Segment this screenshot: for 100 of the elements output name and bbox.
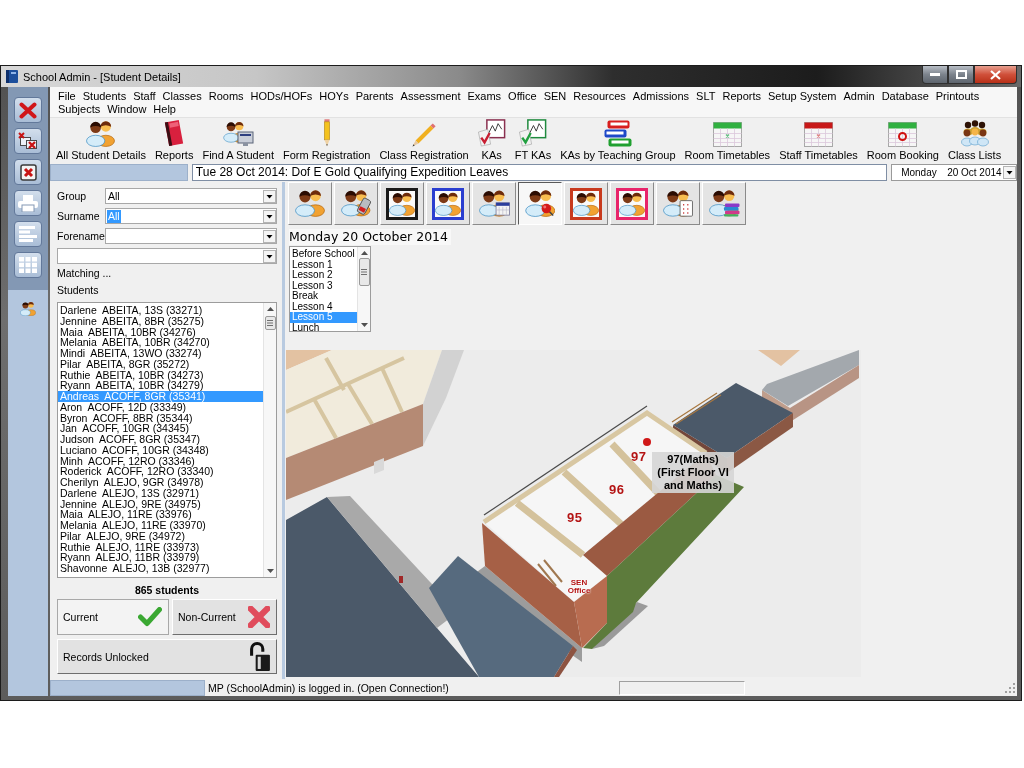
toolbar-button[interactable]: Room Timetables — [683, 118, 772, 161]
close-windows-icon — [18, 132, 38, 150]
list-item[interactable]: Break — [290, 291, 357, 302]
toolbar-button[interactable]: Find A Student — [201, 118, 275, 161]
menu-item[interactable]: Window — [107, 103, 147, 116]
dropdown-field[interactable]: All — [105, 188, 277, 204]
print-button[interactable] — [14, 190, 42, 216]
menu-item[interactable]: HOYs — [319, 90, 349, 103]
toolbar-button[interactable]: KAs by Teaching Group — [559, 118, 677, 161]
menu-item[interactable]: Printouts — [935, 90, 980, 103]
menu-item[interactable]: Staff — [133, 90, 156, 103]
filter-toggle-button[interactable]: Current — [57, 599, 169, 635]
close-button[interactable] — [974, 66, 1017, 84]
menu-item[interactable]: Database — [881, 90, 929, 103]
printer-icon — [18, 194, 38, 212]
list-item[interactable]: Ruthie ALEJO, 11RE (33973) — [58, 541, 263, 553]
list-item[interactable]: Darlene ALEJO, 13S (32971) — [58, 487, 263, 499]
toolbar-button[interactable]: Class Lists — [946, 118, 1003, 161]
list-item[interactable]: Aron ACOFF, 12D (33349) — [58, 401, 263, 413]
map-view[interactable]: 97 96 95 SEN Office 97(Maths) (First Floor VI and Maths) — [286, 350, 861, 677]
list-item[interactable]: Maia ABEITA, 10BR (34276) — [58, 326, 263, 338]
list-item[interactable]: Roderick ACOFF, 12RO (33340) — [58, 466, 263, 477]
toolbar-button[interactable]: FT KAs — [513, 118, 553, 161]
minimize-button[interactable] — [922, 66, 948, 84]
menu-item[interactable]: Rooms — [208, 90, 244, 103]
room-tooltip: 97(Maths) (First Floor VI and Maths) — [652, 452, 734, 493]
toolbar-button[interactable]: Room Booking — [865, 118, 940, 161]
lines-icon — [19, 226, 37, 242]
list-item[interactable]: Ryann ALEJO, 11BR (33979) — [58, 552, 263, 563]
list-item[interactable]: Lunch — [290, 322, 357, 333]
menu-item[interactable]: Admin — [843, 90, 875, 103]
field-label: Group — [57, 190, 88, 202]
list-item[interactable]: Ryann ABEITA, 10BR (34279) — [58, 380, 263, 391]
grid-icon — [19, 257, 37, 273]
date-dropdown[interactable]: Monday 20 Oct 2014 — [891, 164, 1017, 181]
filter-toggle-button[interactable]: Non-Current — [172, 599, 277, 635]
list-item[interactable]: Maia ALEJO, 11RE (33976) — [58, 509, 263, 520]
menu-item[interactable]: Admissions — [632, 90, 690, 103]
menu-item[interactable]: Parents — [355, 90, 394, 103]
list-item[interactable]: Melania ABEITA, 10BR (34270) — [58, 337, 263, 348]
list-item[interactable]: Shavonne ALEJO, 13B (32977) — [58, 563, 263, 574]
maximize-button[interactable] — [948, 66, 974, 84]
close-window-button[interactable] — [14, 159, 42, 185]
people-pin-icon — [525, 190, 555, 217]
list-item[interactable]: Minh ACOFF, 12RO (33346) — [58, 455, 263, 467]
close-all-button[interactable] — [14, 128, 42, 154]
list-item[interactable]: Lesson 2 — [290, 270, 357, 281]
menu-item[interactable]: File — [58, 90, 76, 103]
list-button[interactable] — [14, 221, 42, 247]
toolbar-button[interactable]: Class Registration — [378, 118, 470, 161]
grip-icon — [267, 320, 273, 326]
toolbar-button[interactable]: KAs — [476, 118, 507, 161]
toolbar-button[interactable]: All Student Details — [55, 118, 147, 161]
dropdown-field[interactable] — [105, 228, 277, 244]
menu-item[interactable]: Subjects — [58, 103, 101, 116]
menu-item[interactable]: HODs/HOFs — [250, 90, 313, 103]
toolbar-button[interactable]: Staff Timetables — [778, 118, 859, 161]
list-item[interactable]: Pilar ABEITA, 8GR (35272) — [58, 358, 263, 370]
grid-button[interactable] — [14, 252, 42, 278]
list-item[interactable]: Judson ACOFF, 8GR (35347) — [58, 434, 263, 445]
list-item[interactable]: Melania ALEJO, 11RE (33970) — [58, 520, 263, 531]
dropdown-field[interactable] — [57, 248, 277, 264]
scrollbar[interactable] — [357, 247, 370, 331]
people-frame-icon — [570, 187, 602, 220]
list-item[interactable]: Jennine ABEITA, 8BR (35275) — [58, 315, 263, 327]
list-item[interactable]: Cherilyn ALEJO, 9GR (34978) — [58, 477, 263, 488]
resize-grip-icon[interactable] — [1005, 683, 1015, 693]
menu-item[interactable]: Classes — [162, 90, 202, 103]
toolbar-button[interactable]: Form Registration — [282, 118, 372, 161]
menu-item[interactable]: Resources — [573, 90, 626, 103]
toolbar-button[interactable]: Reports — [153, 118, 195, 161]
menu-item[interactable]: Office — [508, 90, 537, 103]
menu-item[interactable]: Students — [82, 90, 127, 103]
list-item[interactable]: Jan ACOFF, 10GR (34345) — [58, 423, 263, 434]
list-item[interactable]: Lesson 1 — [290, 259, 357, 270]
check-icon — [138, 607, 162, 627]
list-item[interactable]: Ruthie ABEITA, 10BR (34273) — [58, 369, 263, 381]
menu-item[interactable]: Help — [153, 103, 176, 116]
list-item[interactable]: Byron ACOFF, 8BR (35344) — [58, 412, 263, 424]
menu-item[interactable]: SLT — [696, 90, 716, 103]
menu-item[interactable]: Assessment — [400, 90, 461, 103]
people-icon[interactable] — [20, 302, 36, 316]
list-item[interactable]: Jennine ALEJO, 9RE (34975) — [58, 498, 263, 510]
scroll-thumb[interactable] — [358, 258, 370, 286]
menu-item[interactable]: Setup System — [768, 90, 837, 103]
records-lock-button[interactable]: Records Unlocked — [57, 639, 277, 674]
list-item[interactable]: Mindi ABEITA, 13WO (33274) — [58, 348, 263, 359]
menu-item[interactable]: SEN — [543, 90, 567, 103]
people-frame-icon — [432, 187, 464, 220]
list-item[interactable]: Luciano ACOFF, 10GR (34348) — [58, 444, 263, 456]
list-item[interactable]: Darlene ABEITA, 13S (33271) — [58, 305, 263, 316]
scroll-thumb[interactable] — [264, 316, 276, 330]
list-item[interactable]: Pilar ALEJO, 9RE (34972) — [58, 530, 263, 542]
menu-item[interactable]: Exams — [467, 90, 502, 103]
list-item[interactable]: Before School — [290, 249, 357, 260]
scrollbar[interactable] — [263, 303, 276, 577]
view-button[interactable] — [518, 182, 562, 225]
menu-item[interactable]: Reports — [722, 90, 761, 103]
list-item[interactable]: Lesson 3 — [290, 280, 357, 291]
list-item[interactable]: Lesson 4 — [290, 301, 357, 312]
